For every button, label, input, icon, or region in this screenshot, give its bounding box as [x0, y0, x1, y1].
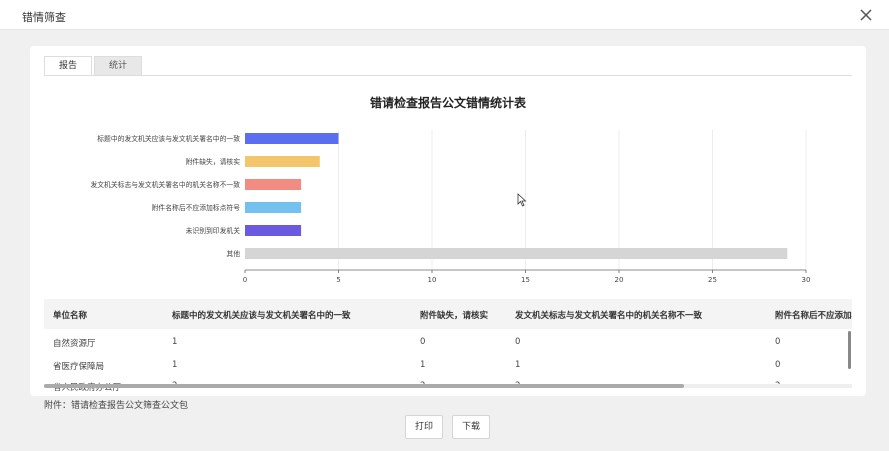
- content-panel: 报告 统计 错请检查报告公文错情统计表 0 5 10 15 20 25 30 标题中的发文机关…: [30, 46, 866, 396]
- column-header: 附件名称后不应添加标: [775, 311, 852, 321]
- table-cell: 1: [172, 360, 178, 370]
- x-tick-label: 20: [615, 276, 624, 284]
- x-tick-label: 30: [802, 276, 811, 284]
- y-category-label: 未识别到印发机关: [186, 226, 241, 235]
- bar-chart: 0 5 10 15 20 25 30 标题中的发文机关应该与发文机关署名中的一致附件缺失，请核…: [90, 130, 811, 284]
- y-category-label: 标题中的发文机关应该与发文机关署名中的一致: [97, 134, 240, 143]
- x-tick-label: 15: [521, 276, 530, 284]
- bar: [245, 179, 302, 190]
- close-icon[interactable]: [859, 5, 873, 23]
- bar: [245, 248, 788, 259]
- y-category-label: 其他: [226, 249, 240, 258]
- table-cell: 0: [775, 360, 781, 370]
- table-cell: 1: [420, 360, 426, 370]
- mouse-cursor-icon: [517, 193, 527, 207]
- table-cell: 省医疗保障局: [53, 362, 105, 372]
- dialog-title: 错情筛查: [22, 11, 66, 24]
- bar: [245, 156, 320, 167]
- dialog: 错情筛查 报告 统计 错请检查报告公文错情统计表 0 5 10 15 20 25 30 标题中…: [0, 0, 889, 451]
- x-tick-label: 5: [336, 276, 340, 284]
- bar: [245, 202, 302, 213]
- table-cell: 0: [775, 337, 781, 347]
- table-cell: 1: [172, 337, 178, 347]
- vertical-scrollbar[interactable]: [848, 331, 851, 369]
- y-category-label: 发文机关标志与发文机关署名中的机关名称不一致: [90, 180, 240, 189]
- bar: [245, 133, 339, 144]
- table-cell: 0: [420, 337, 426, 347]
- column-header: 附件缺失，请核实: [420, 311, 489, 321]
- print-button[interactable]: 打印: [405, 415, 443, 439]
- table-cell: 1: [515, 360, 521, 370]
- x-tick-label: 10: [428, 276, 437, 284]
- y-category-label: 附件名称后不应添加标点符号: [152, 203, 241, 212]
- table-header: 单位名称 标题中的发文机关应该与发文机关署名中的一致 附件缺失，请核实 发文机关…: [44, 299, 852, 329]
- attachment-link[interactable]: 附件：错请检查报告公文筛查公文包: [44, 398, 188, 411]
- stats-table: 单位名称 标题中的发文机关应该与发文机关署名中的一致 附件缺失，请核实 发文机关…: [44, 299, 852, 391]
- horizontal-scrollbar[interactable]: [44, 384, 684, 388]
- x-tick-label: 0: [243, 276, 247, 284]
- table-cell: 自然资源厅: [53, 339, 96, 349]
- column-header: 单位名称: [53, 311, 88, 321]
- title-bar: 错情筛查: [0, 0, 889, 30]
- column-header: 标题中的发文机关应该与发文机关署名中的一致: [172, 311, 351, 321]
- bar: [245, 225, 302, 236]
- table-cell: 0: [515, 337, 521, 347]
- download-button[interactable]: 下载: [452, 415, 490, 439]
- y-category-label: 附件缺失，请核实: [186, 157, 241, 166]
- x-tick-label: 25: [708, 276, 717, 284]
- column-header: 发文机关标志与发文机关署名中的机关名称不一致: [515, 311, 703, 321]
